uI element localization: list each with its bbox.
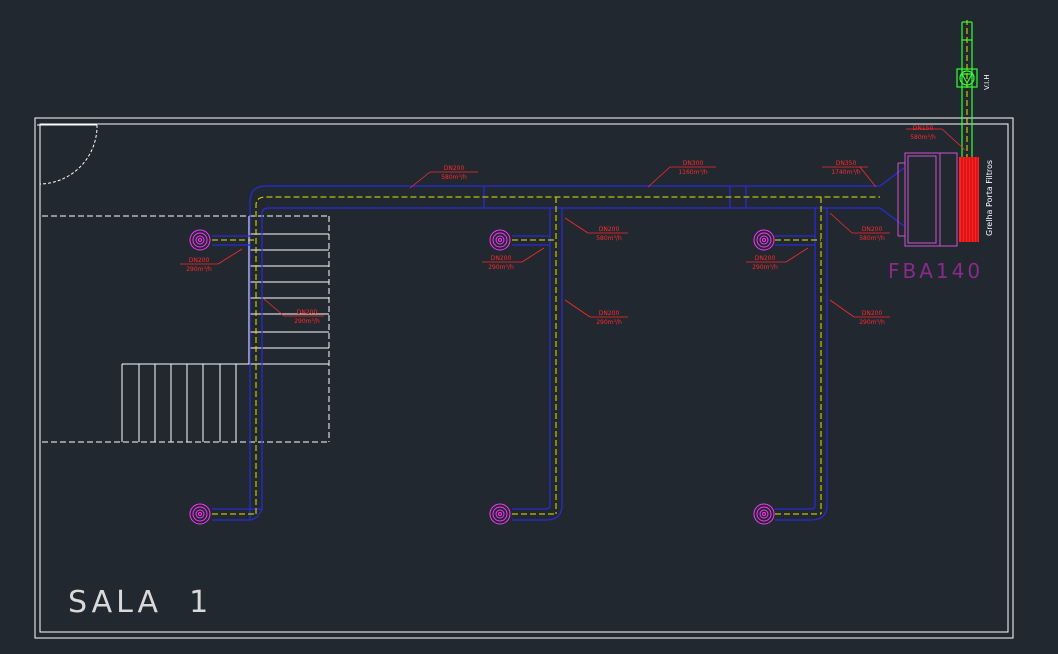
label-leaders — [180, 128, 966, 318]
room-walls — [34, 117, 1014, 639]
duct-label-flow: 1160m³/h — [678, 169, 708, 176]
stairs-lower — [121, 363, 249, 442]
duct-label-dn: DN200 — [297, 309, 318, 316]
duct-label-dn: DN200 — [862, 310, 883, 317]
duct-label-flow: 290m³/h — [294, 318, 320, 325]
diffuser — [489, 503, 511, 525]
room-name: SALA 1 — [68, 585, 212, 620]
duct-label-flow: 580m³/h — [910, 134, 936, 141]
duct-label-dn: DN200 — [755, 255, 776, 262]
door — [37, 124, 98, 185]
duct-label-dn: DN200 — [599, 310, 620, 317]
diffuser — [189, 229, 211, 251]
duct-label-flow: 290m³/h — [752, 264, 778, 271]
filter-grille — [959, 157, 979, 242]
duct-label-flow: 290m³/h — [596, 319, 622, 326]
duct-label-dn: DN200 — [599, 226, 620, 233]
duct-label-flow: 290m³/h — [488, 264, 514, 271]
grille-label: Grelha Porta Filtros — [985, 160, 994, 236]
duct-label-dn: DN200 — [444, 165, 465, 172]
duct-label-flow: 290m³/h — [186, 266, 212, 273]
duct-label-flow: 580m³/h — [859, 235, 885, 242]
duct-labels: DN200 580m³/h DN300 1160m³/h DN350 1740m… — [186, 125, 936, 326]
duct-label-dn: DN200 — [862, 226, 883, 233]
duct-label-dn: DN150 — [913, 125, 934, 132]
fan-label: V.I.H — [983, 74, 991, 90]
ductwork — [212, 167, 905, 521]
diffuser — [753, 503, 775, 525]
duct-label-flow: 580m³/h — [441, 174, 467, 181]
duct-label-dn: DN350 — [836, 160, 857, 167]
duct-label-dn: DN300 — [683, 160, 704, 167]
duct-centerlines — [212, 20, 968, 515]
diffuser — [189, 503, 211, 525]
duct-label-dn: DN200 — [491, 255, 512, 262]
unit-name: FBA140 — [888, 259, 983, 283]
duct-label-dn: DN200 — [189, 257, 210, 264]
diffuser — [753, 229, 775, 251]
diffuser — [489, 229, 511, 251]
air-handling-unit — [897, 152, 958, 247]
duct-label-flow: 1740m³/h — [831, 169, 861, 176]
stairs-upper — [248, 216, 329, 365]
floor-plan-canvas: V.I.H DN200 580m³/h DN300 1160m³/h DN350 — [34, 20, 1014, 639]
duct-label-flow: 290m³/h — [859, 319, 885, 326]
duct-label-flow: 580m³/h — [596, 235, 622, 242]
